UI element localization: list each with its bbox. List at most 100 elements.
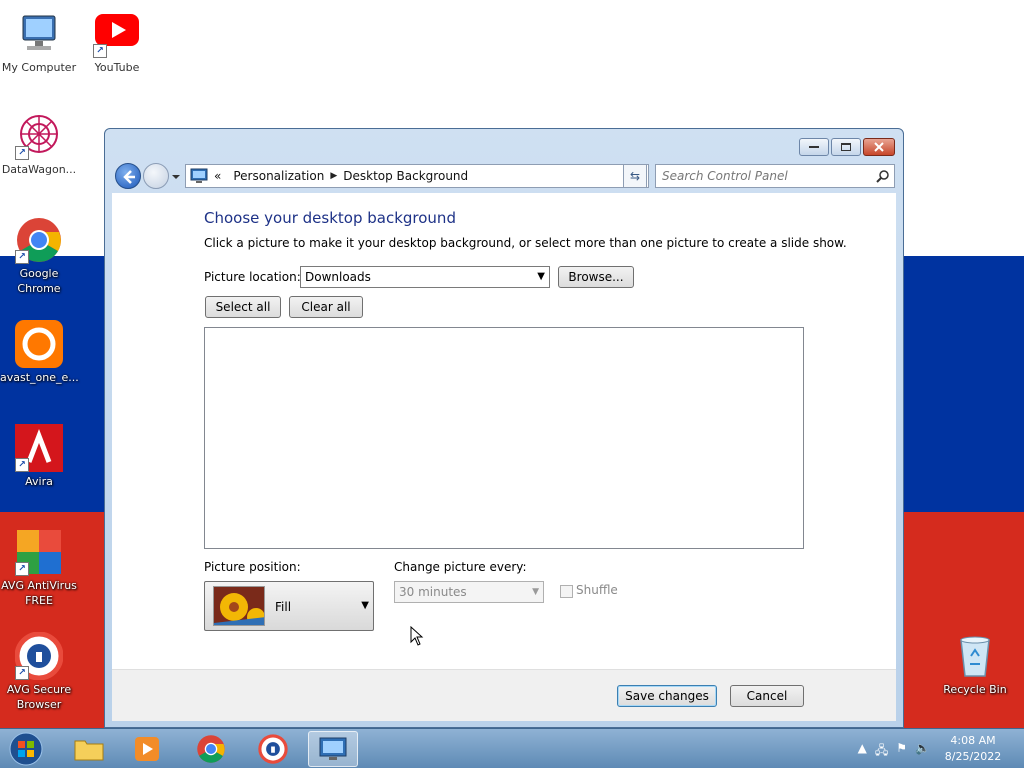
desktop-icon-youtube[interactable]: ↗ YouTube	[78, 10, 156, 75]
desktop-icon-label: Recycle Bin	[943, 683, 1007, 696]
maximize-icon	[841, 143, 851, 151]
back-button[interactable]	[115, 163, 141, 189]
taskbar-control-panel[interactable]	[308, 731, 358, 767]
desktop-icon-label: My Computer	[1, 61, 77, 74]
shortcut-arrow-icon: ↗	[15, 562, 29, 576]
shortcut-arrow-icon: ↗	[93, 44, 107, 58]
picture-location-value: Downloads	[305, 270, 371, 284]
desktop-icon-label: avast_one_e...	[0, 371, 79, 384]
cancel-button[interactable]: Cancel	[730, 685, 804, 707]
shortcut-arrow-icon: ↗	[15, 250, 29, 264]
action-center-flag-icon[interactable]: ⚑	[896, 741, 907, 762]
save-changes-button[interactable]: Save changes	[617, 685, 717, 707]
desktop-icon-recycle-bin[interactable]: Recycle Bin	[936, 632, 1014, 697]
desktop-icon-label: DataWagon...	[1, 163, 77, 176]
desktop-icon-label: Avira	[25, 475, 53, 488]
media-player-icon	[135, 737, 159, 761]
avast-icon	[15, 320, 63, 368]
search-placeholder: Search Control Panel	[662, 169, 788, 183]
clock-date: 8/25/2022	[944, 750, 1002, 763]
taskbar: ▲ 🖧 ⚑ 🔈 4:08 AM 8/25/2022	[0, 728, 1024, 768]
clock-time: 4:08 AM	[950, 734, 996, 747]
chevron-down-icon: ▼	[537, 271, 545, 282]
breadcrumb-separator-icon[interactable]: ▶	[330, 171, 337, 181]
chevron-down-icon: ▼	[532, 587, 539, 597]
change-picture-dropdown[interactable]: 30 minutes ▼	[394, 581, 544, 603]
taskbar-avg-secure-browser[interactable]	[248, 731, 298, 767]
recent-pages-chevron-down-icon[interactable]	[171, 172, 181, 182]
shuffle-checkbox[interactable]	[560, 585, 573, 598]
picture-position-label: Picture position:	[204, 560, 301, 574]
desktop-icon-label: YouTube	[94, 61, 140, 74]
desktop-icon-avg-secure-browser[interactable]: ↗ AVG Secure Browser	[0, 631, 78, 712]
page-title: Choose your desktop background	[204, 209, 456, 227]
avg-secure-browser-icon: ↗	[14, 631, 64, 681]
select-all-button[interactable]: Select all	[205, 296, 281, 318]
chevron-down-icon: ▼	[361, 600, 369, 611]
mouse-cursor-icon	[410, 626, 424, 646]
maximize-button[interactable]	[831, 138, 861, 156]
address-bar[interactable]: « Personalization ▶ Desktop Background	[185, 164, 649, 188]
breadcrumb-desktop-background[interactable]: Desktop Background	[343, 169, 468, 183]
search-input[interactable]: Search Control Panel	[655, 164, 895, 188]
windows-logo-icon	[9, 732, 43, 766]
shortcut-arrow-icon: ↗	[15, 458, 29, 472]
forward-button[interactable]	[143, 163, 169, 189]
computer-icon	[15, 10, 63, 58]
breadcrumb-overflow[interactable]: «	[214, 169, 221, 183]
recycle-bin-icon	[951, 632, 999, 680]
datawagon-icon: ↗	[15, 112, 63, 160]
dialog-footer: Save changes Cancel	[112, 669, 896, 721]
volume-icon[interactable]: 🔈	[915, 741, 930, 762]
desktop-icon-label: AVG Secure Browser	[6, 683, 72, 711]
desktop-icon-google-chrome[interactable]: ↗ Google Chrome	[0, 216, 78, 296]
chrome-icon	[197, 735, 225, 763]
close-icon	[874, 142, 884, 152]
system-tray: ▲ 🖧 ⚑ 🔈	[858, 741, 930, 762]
breadcrumb-personalization[interactable]: Personalization	[233, 169, 324, 183]
page-description: Click a picture to make it your desktop …	[204, 236, 847, 250]
network-icon[interactable]: 🖧	[875, 741, 888, 762]
taskbar-media-player[interactable]	[122, 731, 172, 767]
show-hidden-icons-icon[interactable]: ▲	[858, 741, 867, 762]
refresh-button[interactable]: ⇆	[623, 164, 647, 188]
change-picture-label: Change picture every:	[394, 560, 527, 574]
control-panel-icon	[190, 168, 208, 183]
content-area: Choose your desktop background Click a p…	[112, 193, 896, 721]
minimize-button[interactable]	[799, 138, 829, 156]
search-icon[interactable]	[876, 169, 890, 183]
folder-icon	[74, 740, 104, 761]
taskbar-file-explorer[interactable]	[64, 731, 114, 767]
desktop-icon-label: AVG AntiVirus FREE	[1, 579, 77, 607]
desktop-icon-avg-antivirus[interactable]: ↗ AVG AntiVirus FREE	[0, 528, 78, 608]
system-clock[interactable]: 4:08 AM 8/25/2022	[938, 733, 1008, 765]
change-picture-value: 30 minutes	[399, 585, 467, 599]
picture-list[interactable]	[204, 327, 804, 549]
taskbar-chrome[interactable]	[186, 731, 236, 767]
picture-location-label: Picture location:	[204, 270, 301, 284]
avg-antivirus-icon: ↗	[15, 528, 63, 576]
desktop-icon-avast[interactable]: avast_one_e...	[0, 320, 79, 385]
picture-location-dropdown[interactable]: Downloads ▼	[300, 266, 550, 288]
clear-all-button[interactable]: Clear all	[289, 296, 363, 318]
browse-button[interactable]: Browse...	[558, 266, 634, 288]
navigation-bar: « Personalization ▶ Desktop Background ⇆…	[113, 163, 895, 189]
refresh-icon: ⇆	[629, 169, 641, 183]
avira-icon: ↗	[15, 424, 63, 472]
picture-position-dropdown[interactable]: Fill ▼	[204, 581, 374, 631]
chrome-icon: ↗	[15, 216, 63, 264]
avg-secure-browser-icon	[258, 734, 288, 764]
back-arrow-icon	[123, 170, 135, 184]
desktop-icon-datawagon[interactable]: ↗ DataWagon...	[0, 112, 78, 177]
shortcut-arrow-icon: ↗	[15, 666, 29, 680]
minimize-icon	[809, 146, 819, 148]
desktop-icon-avira[interactable]: ↗ Avira	[0, 424, 78, 489]
desktop-icon-my-computer[interactable]: My Computer	[0, 10, 78, 75]
start-button[interactable]	[6, 731, 46, 767]
desktop-background-window: « Personalization ▶ Desktop Background ⇆…	[104, 128, 904, 728]
fill-preview-icon	[213, 586, 265, 626]
close-button[interactable]	[863, 138, 895, 156]
shortcut-arrow-icon: ↗	[15, 146, 29, 160]
shuffle-label: Shuffle	[576, 583, 618, 597]
caption-buttons	[797, 138, 895, 156]
